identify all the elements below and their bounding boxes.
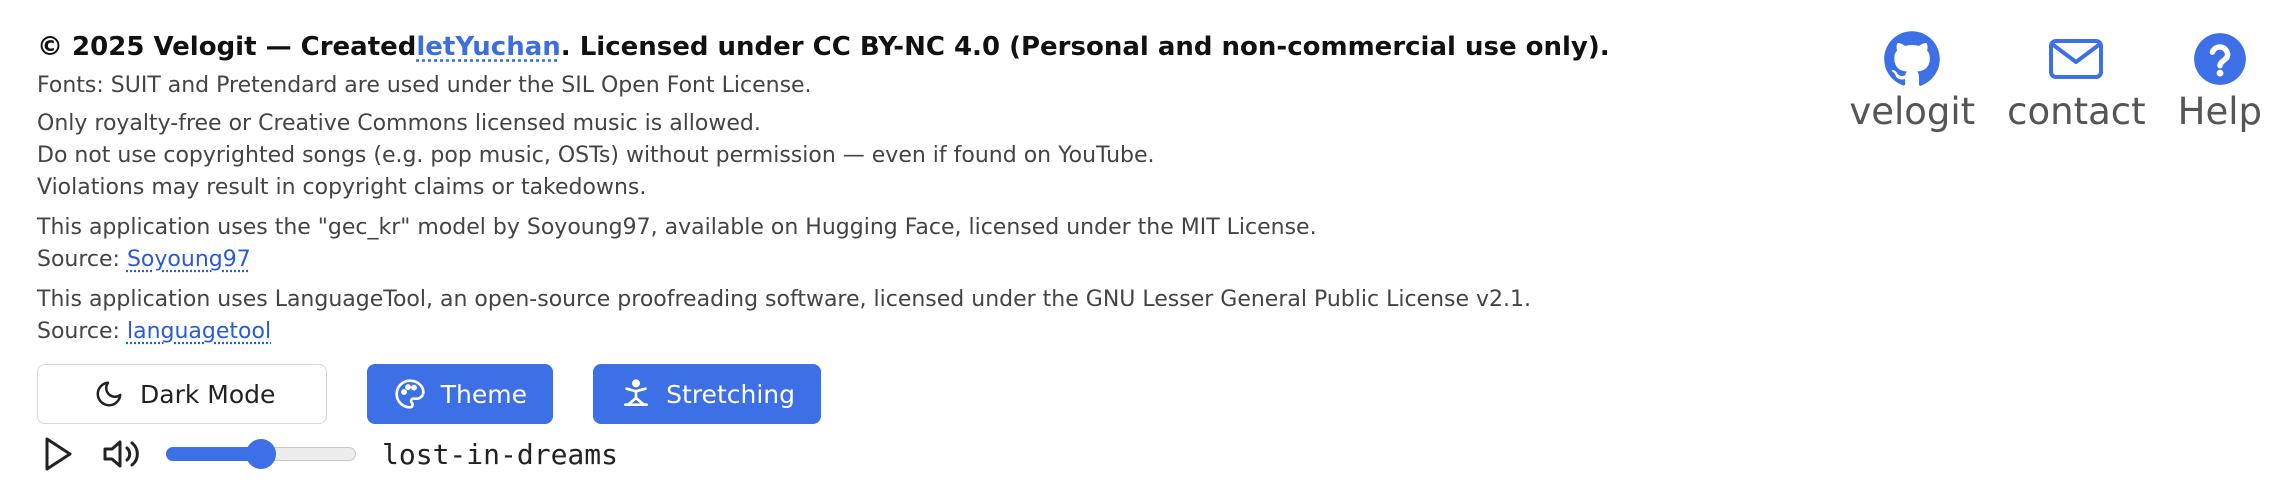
copyright-prefix: © 2025 Velogit — Created [37,32,417,62]
languagetool-source: Source: languagetool [37,316,1837,348]
source-label: Source: [37,247,127,272]
stretching-label: Stretching [666,379,795,409]
languagetool-link[interactable]: languagetool [127,319,271,344]
mail-icon [2048,30,2104,88]
music-notice-line: Do not use copyrighted songs (e.g. pop m… [37,143,1155,168]
copyright-suffix: . Licensed under CC BY-NC 4.0 (Personal … [560,32,1610,62]
contact-label: contact [2007,90,2146,133]
source-label: Source: [37,319,127,344]
music-notice: Only royalty-free or Creative Commons li… [37,108,1837,204]
volume-slider[interactable] [166,439,356,469]
languagetool-notice: This application uses LanguageTool, an o… [37,284,1837,348]
help-icon [2193,30,2247,88]
palette-icon [393,377,427,411]
stretching-figure-icon [619,377,652,411]
volume-thumb[interactable] [246,439,276,469]
settings-buttons: Dark Mode Theme Stretching [37,364,821,424]
music-notice-line: Violations may result in copyright claim… [37,175,647,200]
music-player: lost-in-dreams [40,432,618,476]
help-label: Help [2177,90,2262,133]
footer-notices: © 2025 Velogit — CreatedletYuchan. Licen… [37,28,1837,348]
model-notice: This application uses the "gec_kr" model… [37,212,1837,276]
velogit-label: velogit [1849,90,1976,133]
track-name: lost-in-dreams [382,437,619,471]
dark-mode-label: Dark Mode [140,379,276,409]
contact-link[interactable]: contact [2007,30,2146,134]
theme-label: Theme [440,379,527,409]
theme-button[interactable]: Theme [367,364,553,424]
github-icon [1883,30,1941,88]
fonts-notice: Fonts: SUIT and Pretendard are used unde… [37,73,812,98]
author-link[interactable]: letYuchan [416,32,560,62]
dark-mode-button[interactable]: Dark Mode [37,364,327,424]
stretching-button[interactable]: Stretching [593,364,821,424]
copyright-line: © 2025 Velogit — CreatedletYuchan. Licen… [37,28,1837,66]
moon-icon [92,377,126,411]
help-link[interactable]: Help [2178,30,2262,134]
volume-icon[interactable] [100,434,144,474]
model-source: Source: Soyoung97 [37,244,1837,276]
external-links: velogit contact Help [1817,30,2262,134]
velogit-link[interactable]: velogit [1849,30,1975,134]
music-notice-line: Only royalty-free or Creative Commons li… [37,111,761,136]
model-notice-text: This application uses the "gec_kr" model… [37,215,1317,240]
play-icon[interactable] [40,434,76,474]
soyoung97-link[interactable]: Soyoung97 [127,247,251,272]
languagetool-notice-text: This application uses LanguageTool, an o… [37,287,1532,312]
